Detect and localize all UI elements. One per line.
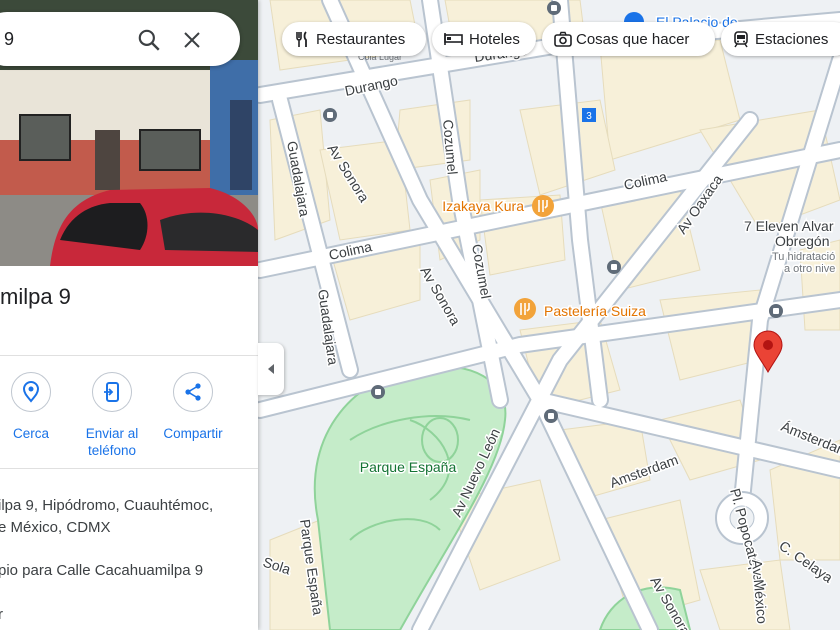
route-badge-label: 3 — [586, 111, 592, 122]
chip-label: Restaurantes — [316, 31, 406, 48]
more-info[interactable]: r — [0, 604, 3, 626]
poi-label: Izakaya Kura — [442, 198, 524, 214]
camera-icon — [554, 31, 572, 47]
chip-label: Cosas que hacer — [576, 31, 690, 48]
svg-text:Obregón: Obregón — [775, 233, 829, 249]
svg-text:Tu hidratació: Tu hidratació — [772, 251, 835, 263]
nearby-label: Cerca — [12, 426, 49, 441]
divider — [0, 355, 258, 356]
share-button[interactable]: Compartir — [151, 372, 235, 442]
divider — [0, 468, 258, 469]
close-icon[interactable] — [180, 28, 204, 52]
bed-icon — [444, 33, 463, 45]
fork-knife-icon — [296, 31, 307, 47]
search-box[interactable]: 9 — [0, 12, 240, 66]
address-line1[interactable]: ilpa 9, Hipódromo, Cuauhtémoc, — [0, 495, 213, 517]
chip-hoteles[interactable]: Hoteles — [432, 22, 536, 56]
nearby-icon — [22, 381, 40, 403]
transit-icon — [734, 31, 748, 48]
search-icon[interactable] — [136, 27, 162, 53]
chip-estaciones[interactable]: Estaciones — [721, 22, 840, 56]
svg-text:a otro nive: a otro nive — [784, 263, 835, 275]
poi-label: Pastelería Suiza — [544, 303, 646, 319]
chip-cosas-que-hacer[interactable]: Cosas que hacer — [542, 22, 715, 56]
chip-label: Hoteles — [469, 31, 520, 48]
park-label: Parque España — [360, 459, 457, 475]
phone-icon — [104, 382, 119, 402]
collapse-panel-button[interactable] — [258, 343, 284, 395]
share-label: Compartir — [163, 426, 223, 441]
place-title: milpa 9 — [0, 284, 71, 309]
search-query[interactable]: 9 — [4, 29, 14, 50]
share-icon — [185, 383, 201, 401]
address-line2[interactable]: e México, CDMX — [0, 517, 111, 539]
send-to-phone-label: Enviar al teléfono — [85, 426, 139, 458]
nearby-button[interactable]: Cerca — [0, 372, 73, 442]
svg-text:7 Eleven Alvar: 7 Eleven Alvar — [744, 218, 834, 234]
chip-restaurantes[interactable]: Restaurantes — [282, 22, 426, 56]
send-to-phone-button[interactable]: Enviar al teléfono — [70, 372, 154, 459]
poi-izakaya-kura[interactable]: Izakaya Kura — [441, 195, 554, 217]
chip-label: Estaciones — [755, 31, 829, 48]
chevron-left-icon — [268, 364, 274, 374]
place-panel: 9 milpa 9 Cerca Enviar al teléfono Compa… — [0, 0, 258, 630]
plus-code[interactable]: pio para Calle Cacahuamilpa 9 — [0, 560, 203, 582]
